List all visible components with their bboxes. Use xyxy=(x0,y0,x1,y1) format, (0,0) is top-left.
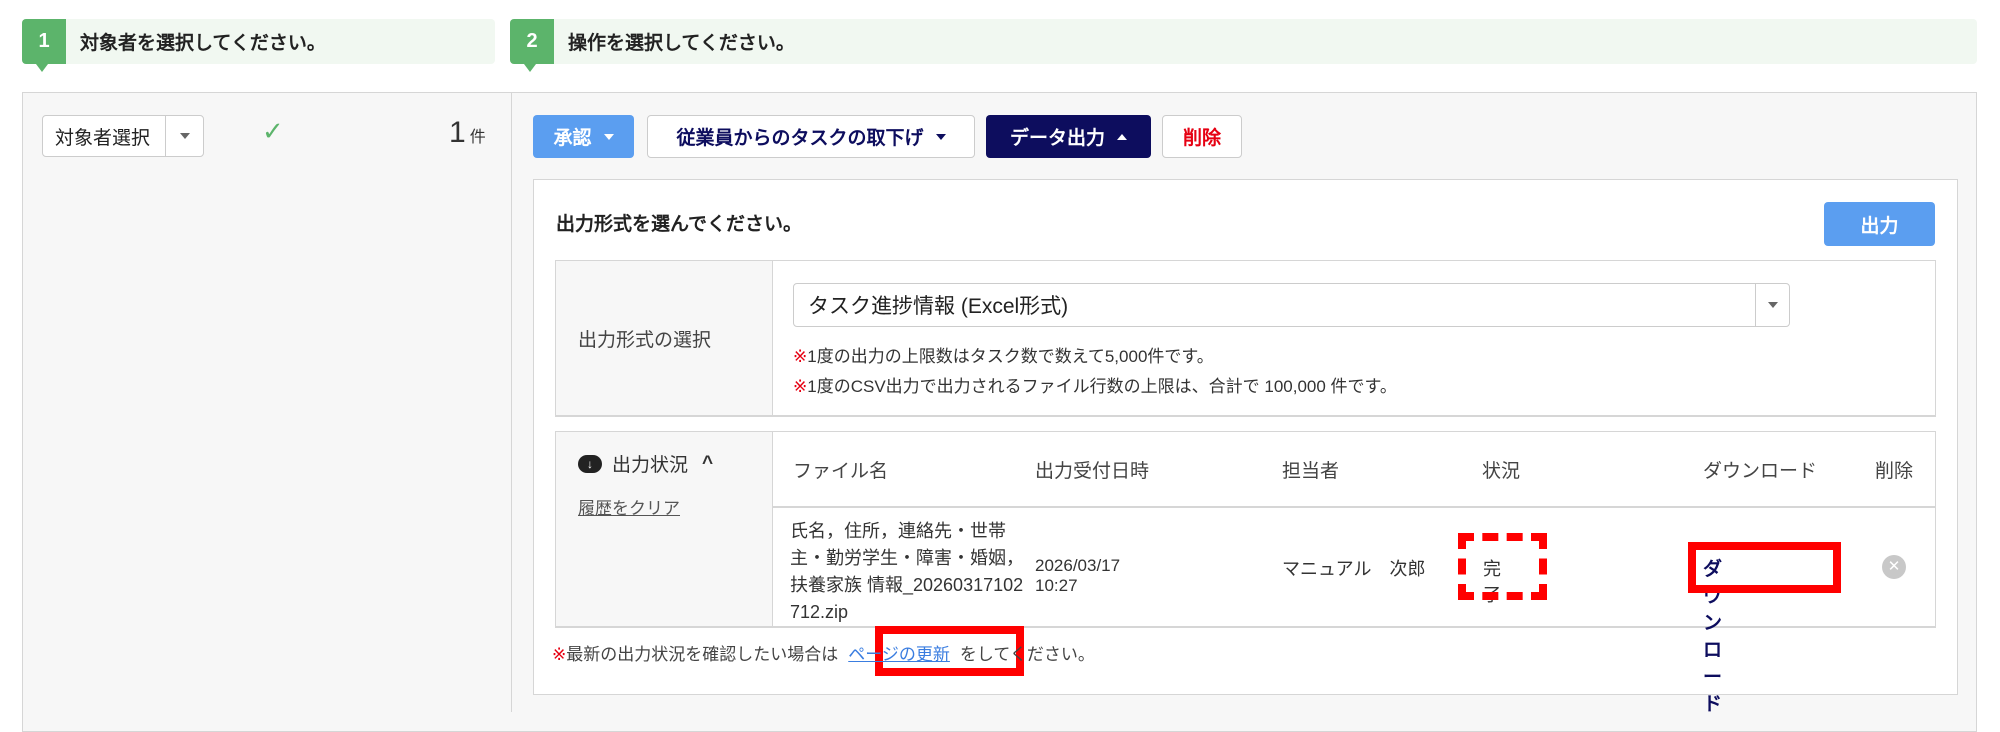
format-select[interactable]: タスク進捗情報 (Excel形式) xyxy=(793,283,1790,327)
page-refresh-link[interactable]: ページの更新 xyxy=(848,645,950,664)
selected-count: 1件 xyxy=(449,116,486,149)
column-divider xyxy=(511,92,512,712)
chevron-up-icon xyxy=(1117,133,1127,140)
step-text: 対象者を選択してください。 xyxy=(80,33,326,54)
note: ※1度のCSV出力で出力されるファイル行数の上限は、合計で 100,000 件で… xyxy=(793,377,1397,396)
col-header-state: 状況 xyxy=(1482,461,1521,482)
step-text: 操作を選択してください。 xyxy=(568,33,795,54)
export-title: 出力形式を選んでください。 xyxy=(556,214,803,235)
chevron-down-icon xyxy=(1755,284,1789,326)
chevron-up-icon: ^ xyxy=(702,452,714,474)
chevron-down-icon xyxy=(165,116,203,156)
highlight-state xyxy=(1458,533,1547,600)
status-label: 出力状況 xyxy=(612,455,689,476)
clear-history-link[interactable]: 履歴をクリア xyxy=(578,494,680,519)
highlight-download xyxy=(1688,542,1841,593)
chevron-down-icon xyxy=(603,133,614,140)
format-notes: ※1度の出力の上限数はタスク数で数えて5,000件です。 ※1度のCSV出力で出… xyxy=(793,342,1397,402)
format-select-value: タスク進捗情報 (Excel形式) xyxy=(808,295,1069,318)
col-header-file: ファイル名 xyxy=(793,461,889,482)
step-number: 2 xyxy=(510,19,554,72)
owner: マニュアル 次郎 xyxy=(1282,559,1426,579)
col-header-owner: 担当者 xyxy=(1282,461,1340,482)
approve-button[interactable]: 承認 xyxy=(533,115,634,158)
withdraw-task-button[interactable]: 従業員からのタスクの取下げ xyxy=(647,115,975,158)
col-header-datetime: 出力受付日時 xyxy=(1035,461,1150,482)
output-datetime: 2026/03/17 10:27 xyxy=(1035,556,1121,595)
step-2-header: 2 操作を選択してください。 xyxy=(510,19,1977,72)
delete-button[interactable]: 削除 xyxy=(1162,115,1242,158)
delete-row-icon[interactable]: ✕ xyxy=(1882,555,1906,579)
step-1-header: 1 対象者を選択してください。 xyxy=(22,19,495,72)
check-icon: ✓ xyxy=(262,116,284,146)
col-header-delete: 削除 xyxy=(1875,461,1914,482)
format-label: 出力形式の選択 xyxy=(556,261,773,415)
status-toggle[interactable]: ↓ 出力状況 ^ xyxy=(578,450,713,477)
file-name: 氏名，住所，連絡先・世帯主・勤労学生・障害・婚姻，扶養家族 情報_2026031… xyxy=(790,521,1024,622)
output-button[interactable]: 出力 xyxy=(1824,202,1935,246)
export-data-button[interactable]: データ出力 xyxy=(986,115,1151,158)
target-select-label: 対象者選択 xyxy=(55,127,151,149)
chevron-down-icon xyxy=(935,133,946,140)
footer-note: ※最新の出力状況を確認したい場合は ページの更新 をしてください。 xyxy=(552,645,1095,664)
note: ※1度の出力の上限数はタスク数で数えて5,000件です。 xyxy=(793,347,1214,366)
col-header-download: ダウンロード xyxy=(1703,461,1818,482)
target-select[interactable]: 対象者選択 xyxy=(42,115,204,157)
cloud-download-icon: ↓ xyxy=(578,454,602,473)
step-number: 1 xyxy=(22,19,66,72)
